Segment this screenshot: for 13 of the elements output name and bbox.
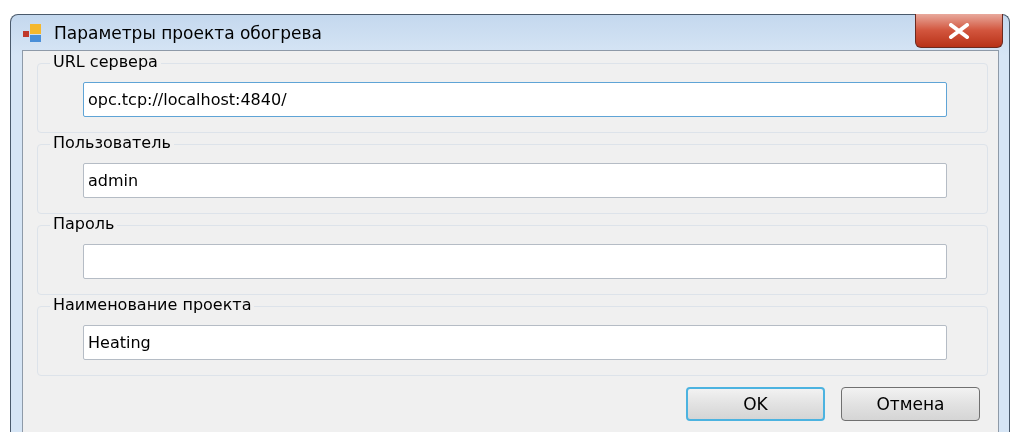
dialog-button[interactable]: OK bbox=[686, 387, 825, 421]
window-title: Параметры проекта обогрева bbox=[54, 22, 322, 43]
input-field[interactable]: opc.tcp://localhost:4840/ bbox=[83, 82, 947, 117]
input-field[interactable]: Heating bbox=[83, 325, 947, 360]
group-label: URL сервера bbox=[50, 52, 161, 71]
group-label: Наименование проекта bbox=[50, 295, 255, 314]
group-label: Пароль bbox=[50, 214, 118, 233]
app-icon bbox=[22, 21, 44, 44]
close-icon bbox=[948, 22, 970, 39]
close-button[interactable] bbox=[915, 14, 1003, 48]
input-field[interactable]: admin bbox=[83, 163, 947, 198]
input-field[interactable] bbox=[83, 244, 947, 279]
dialog-button[interactable]: Отмена bbox=[841, 387, 980, 421]
